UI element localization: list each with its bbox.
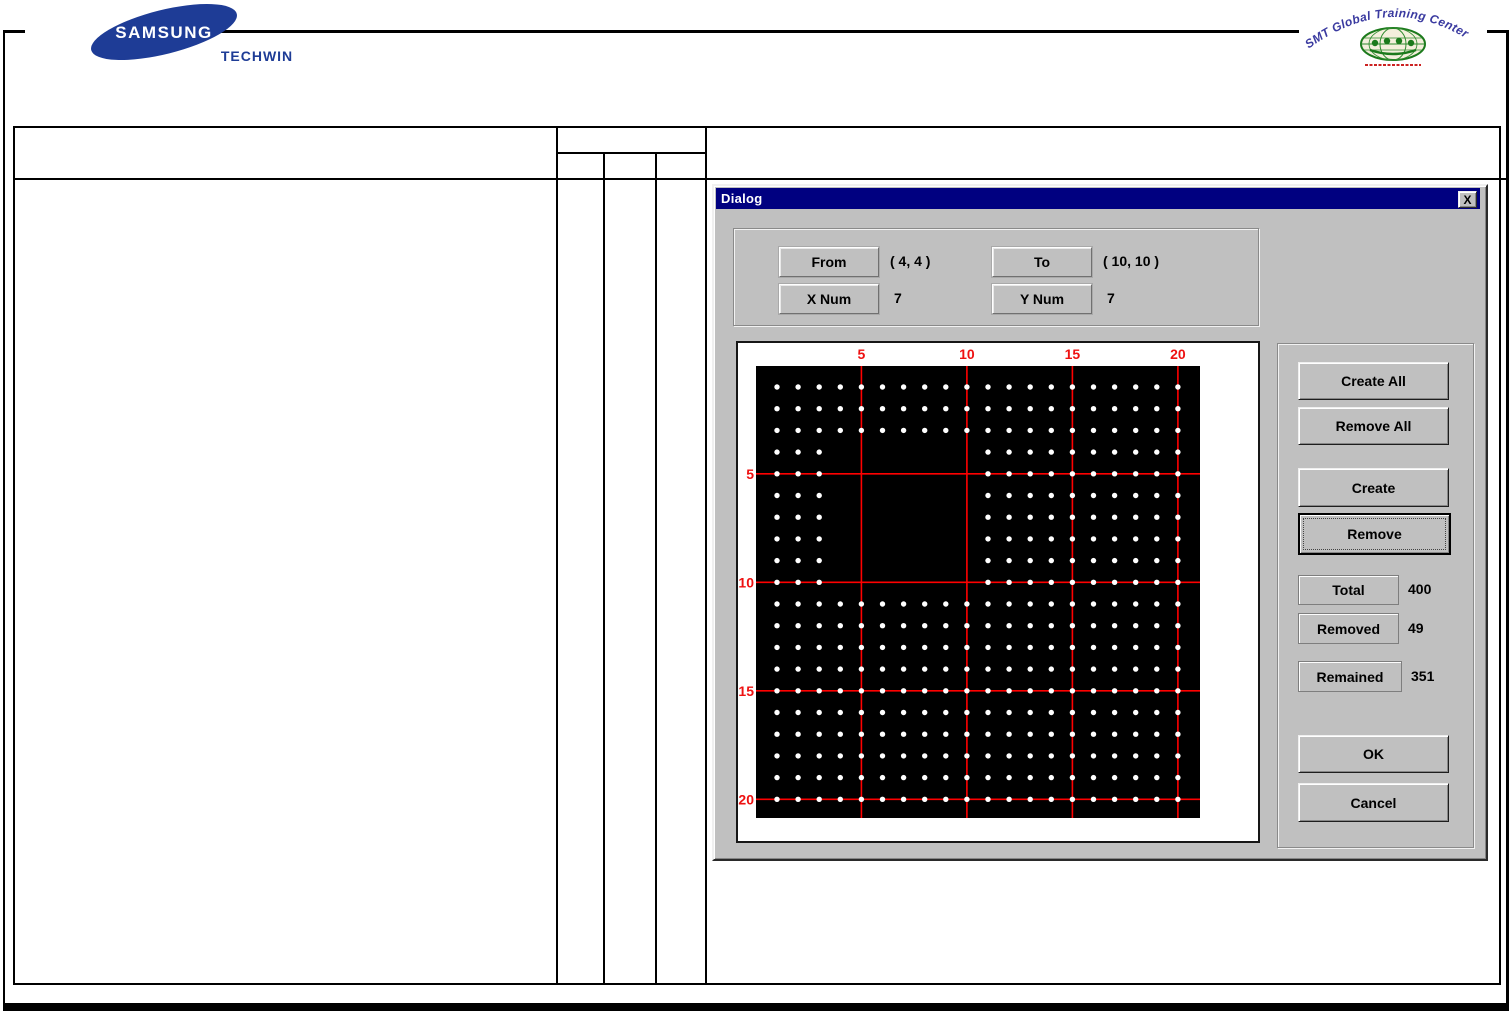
svg-text:15: 15: [738, 683, 754, 699]
xnum-button[interactable]: X Num: [779, 284, 879, 314]
table-col-rule-4: [705, 126, 707, 985]
svg-text:15: 15: [1065, 346, 1081, 362]
samsung-brand-text: SAMSUNG: [115, 23, 212, 42]
table-border-top: [13, 126, 1501, 128]
table-border-bottom: [13, 983, 1501, 985]
ball-grid-canvas[interactable]: 5 10 15 20 5 10 15 20: [736, 341, 1260, 843]
dialog-title: Dialog: [721, 191, 763, 206]
page-border-left: [3, 30, 5, 1003]
xnum-value: 7: [894, 290, 902, 306]
total-value: 400: [1408, 581, 1432, 597]
table-col-rule-3: [655, 152, 657, 985]
removed-value: 49: [1408, 619, 1424, 636]
total-label-box: Total: [1298, 575, 1399, 605]
svg-text:5: 5: [746, 466, 754, 482]
ok-button[interactable]: OK: [1298, 735, 1449, 773]
svg-text:20: 20: [738, 791, 754, 807]
svg-text:10: 10: [738, 574, 754, 590]
remove-button[interactable]: Remove: [1298, 513, 1451, 555]
actions-groupbox: Create All Remove All Create Remove Tota…: [1277, 343, 1474, 848]
table-border-left: [13, 126, 15, 985]
table-subheader-rule: [556, 152, 707, 154]
document-page: SAMSUNG TECHWIN SMT Global Training Cent…: [0, 0, 1512, 1014]
ynum-button[interactable]: Y Num: [992, 284, 1092, 314]
create-button[interactable]: Create: [1298, 468, 1449, 507]
svg-text:20: 20: [1170, 346, 1186, 362]
to-button[interactable]: To: [992, 247, 1092, 277]
table-col-rule-1: [556, 126, 558, 985]
from-button[interactable]: From: [779, 247, 879, 277]
close-button[interactable]: X: [1458, 191, 1477, 208]
page-border-right: [1506, 30, 1509, 1003]
svg-text:10: 10: [959, 346, 975, 362]
page-footer-bar: [3, 1003, 1509, 1011]
dialog-titlebar[interactable]: Dialog X: [716, 188, 1480, 209]
remained-value: 351: [1411, 667, 1435, 684]
dot-grid[interactable]: 5 10 15 20 5 10 15 20: [738, 343, 1258, 841]
table-border-right: [1499, 126, 1501, 985]
samsung-techwin-logo: SAMSUNG TECHWIN: [25, 2, 315, 68]
close-icon: X: [1463, 192, 1472, 207]
smt-global-training-center-logo: SMT Global Training Center: [1295, 0, 1495, 74]
create-all-button[interactable]: Create All: [1298, 362, 1449, 400]
remained-label-box: Remained: [1298, 661, 1402, 692]
to-value: ( 10, 10 ): [1103, 253, 1160, 269]
removed-label-box: Removed: [1298, 613, 1399, 644]
dialog-window: Dialog X From ( 4, 4 ) To ( 10, 10 ) X N…: [712, 184, 1488, 861]
svg-text:5: 5: [858, 346, 866, 362]
cancel-button[interactable]: Cancel: [1298, 783, 1449, 822]
ynum-value: 7: [1107, 290, 1115, 306]
remove-all-button[interactable]: Remove All: [1298, 407, 1449, 445]
from-value: ( 4, 4 ): [890, 253, 931, 269]
table-header-rule: [13, 178, 1508, 180]
samsung-sub-text: TECHWIN: [221, 48, 293, 64]
table-col-rule-2: [603, 152, 605, 985]
